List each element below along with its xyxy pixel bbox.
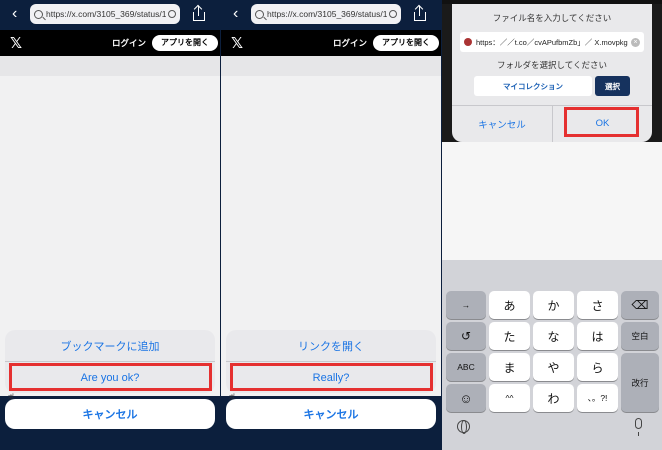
screenshot-panel-2: ‹ https://x.com/3105_369/status/19856 𝕏 … (221, 0, 441, 450)
key-punctuation[interactable]: 、。?! (577, 384, 618, 412)
address-bar[interactable]: https://x.com/3105_369/status/19856 (251, 4, 401, 24)
search-icon (255, 9, 264, 19)
address-bar[interactable]: https://x.com/3105_369/status/19856 (30, 4, 180, 24)
login-link[interactable]: ログイン (333, 37, 367, 49)
select-folder-button[interactable]: 選択 (595, 76, 630, 96)
x-logo[interactable]: 𝕏 (10, 34, 22, 52)
japanese-keyboard: → あ か さ ⌫ ↺ た な は 空白 ABC ま や ら 改行 ☺ ^^ わ… (442, 260, 662, 450)
key-ta[interactable]: た (489, 322, 530, 350)
key-ha[interactable]: は (577, 322, 618, 350)
key-kaomoji[interactable]: ^^ (489, 384, 530, 412)
key-ya[interactable]: や (533, 353, 574, 381)
x-header: 𝕏 ログイン アプリを開く (0, 30, 220, 56)
favicon-icon (464, 38, 472, 46)
highlight-box (564, 107, 639, 137)
page-background (442, 142, 662, 260)
key-abc[interactable]: ABC (446, 353, 486, 381)
cancel-button[interactable]: キャンセル (5, 399, 215, 429)
highlight-box (230, 363, 433, 391)
reload-icon[interactable] (168, 10, 176, 18)
key-sa[interactable]: さ (577, 291, 618, 319)
emoji-icon[interactable]: ☺ (446, 384, 486, 412)
back-chevron-icon[interactable]: ‹ (12, 6, 22, 22)
browser-toolbar: ‹ https://x.com/3105_369/status/19856 (0, 0, 220, 30)
open-app-button[interactable]: アプリを開く (373, 35, 439, 51)
key-na[interactable]: な (533, 322, 574, 350)
clear-icon[interactable]: × (631, 37, 640, 47)
bookmark-add-option[interactable]: ブックマークに追加 (5, 330, 215, 361)
key-space[interactable]: 空白 (621, 322, 659, 350)
open-link-option[interactable]: リンクを開く (226, 330, 436, 361)
dialog-cancel-button[interactable]: キャンセル (452, 105, 552, 142)
share-icon[interactable] (193, 6, 205, 21)
key-ma[interactable]: ま (489, 353, 530, 381)
key-arrow[interactable]: → (446, 291, 486, 319)
back-chevron-icon[interactable]: ‹ (233, 6, 243, 22)
login-link[interactable]: ログイン (112, 37, 146, 49)
x-logo[interactable]: 𝕏 (231, 34, 243, 52)
cancel-button[interactable]: キャンセル (226, 399, 436, 429)
open-app-button[interactable]: アプリを開く (152, 35, 218, 51)
search-icon (34, 9, 43, 19)
microphone-icon[interactable] (635, 418, 642, 436)
key-a[interactable]: あ (489, 291, 530, 319)
globe-icon[interactable] (457, 420, 470, 434)
key-ra[interactable]: ら (577, 353, 618, 381)
undo-icon[interactable]: ↺ (446, 322, 486, 350)
url-text: https://x.com/3105_369/status/19856 (267, 9, 387, 19)
key-wa[interactable]: わ (533, 384, 574, 412)
reload-icon[interactable] (389, 10, 397, 18)
folder-field[interactable]: マイコレクション (474, 76, 592, 96)
filename-input[interactable]: https：／／t.co／cvAPufbmZb」／ X.movpkg × (460, 32, 644, 52)
screenshot-panel-3: ファイル名を入力してください https：／／t.co／cvAPufbmZb」／… (442, 0, 662, 450)
folder-label: フォルダを選択してください (497, 60, 607, 70)
dialog-title: ファイル名を入力してください (492, 13, 612, 23)
x-header: 𝕏 ログイン アプリを開く (221, 30, 441, 56)
key-return[interactable]: 改行 (621, 353, 659, 412)
screenshot-panel-1: ‹ https://x.com/3105_369/status/19856 𝕏 … (0, 0, 220, 450)
browser-toolbar: ‹ https://x.com/3105_369/status/19856 (221, 0, 441, 30)
share-icon[interactable] (414, 6, 426, 21)
highlight-box (9, 363, 212, 391)
filename-value: https：／／t.co／cvAPufbmZb」／ X.movpkg (476, 37, 628, 47)
url-text: https://x.com/3105_369/status/19856 (46, 9, 166, 19)
key-ka[interactable]: か (533, 291, 574, 319)
backspace-icon[interactable]: ⌫ (621, 291, 659, 319)
